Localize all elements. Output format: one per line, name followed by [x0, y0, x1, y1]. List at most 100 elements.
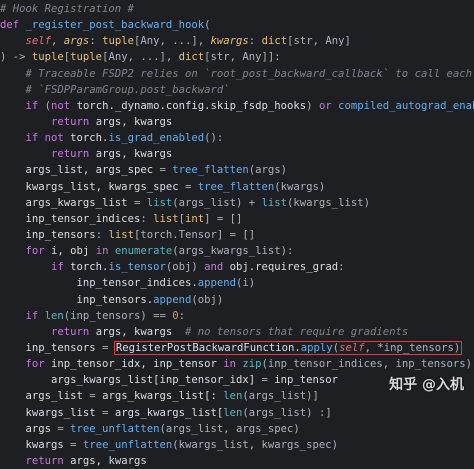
code-token: torch.	[70, 132, 109, 145]
code-line[interactable]: for i, obj in enumerate(args_kwargs_list…	[0, 243, 474, 259]
code-token: self	[339, 341, 365, 354]
code-line[interactable]: if len(inp_tensors) == 0:	[0, 308, 474, 324]
code-token: for	[25, 358, 52, 371]
code-token: tree_flatten	[197, 180, 275, 193]
code-token: in	[95, 245, 115, 258]
code-token: obj.requires_grad	[229, 261, 339, 274]
code-token: tuple	[70, 51, 103, 64]
code-line[interactable]: self, args: tuple[Any, ...], kwargs: dic…	[0, 33, 474, 49]
code-line[interactable]: if not torch.is_grad_enabled():	[0, 130, 474, 146]
code-token: :	[178, 309, 186, 322]
code-token: inp_tensor_idx, inp_tensor	[51, 358, 224, 371]
code-token: inp_tensors.	[76, 293, 154, 306]
code-line[interactable]: # `FSDPParamGroup.post_backward`	[0, 82, 474, 98]
code-token: args_kwargs_list[:	[102, 390, 224, 403]
code-token: (obj)	[165, 261, 205, 274]
code-line[interactable]: args_kwargs_list = list(args_list) + lis…	[0, 195, 474, 211]
code-line[interactable]: return args, kwargs	[0, 453, 474, 469]
code-token: =	[70, 438, 83, 451]
code-token: list	[108, 228, 134, 241]
code-token: [str, Any]	[287, 35, 351, 48]
code-token: :	[140, 212, 154, 225]
code-token: tuple	[102, 35, 134, 48]
code-line[interactable]: kwargs_list = args_kwargs_list[len(args_…	[0, 405, 474, 421]
code-token: i, obj	[51, 245, 96, 258]
code-line[interactable]: kwargs = tree_unflatten(kwargs_list, kwa…	[0, 437, 474, 453]
code-line[interactable]: return args, kwargs	[0, 146, 474, 162]
code-token: :	[95, 228, 109, 241]
code-line[interactable]: if (not torch._dynamo.config.skip_fsdp_h…	[0, 98, 474, 114]
code-line[interactable]: args_list, args_spec = tree_flatten(args…	[0, 162, 474, 178]
code-token: (	[204, 19, 211, 32]
zhihu-watermark: 知乎 @入机	[389, 377, 464, 393]
code-line[interactable]: inp_tensors: list[torch.Tensor] = []	[0, 227, 474, 243]
code-token: inp_tensor_indices	[25, 212, 141, 225]
code-token: [Any, ...],	[102, 51, 179, 64]
code-line[interactable]: return args, kwargs # no tensors that re…	[0, 324, 474, 340]
code-token: list	[261, 196, 288, 209]
code-token: zip	[242, 358, 262, 371]
code-line[interactable]: # Traceable FSDP2 relies on `root_post_b…	[0, 66, 474, 82]
code-line[interactable]: for inp_tensor_idx, inp_tensor in zip(in…	[0, 356, 474, 372]
code-line[interactable]: args = tree_unflatten(args_list, args_sp…	[0, 421, 474, 437]
code-token: dict	[261, 35, 288, 48]
code-token: args_list	[25, 390, 90, 403]
code-editor[interactable]: # Hook Registration # def _register_post_…	[0, 1, 474, 469]
code-token: append	[153, 293, 192, 306]
code-token: args_kwargs_list[	[114, 406, 224, 419]
code-token: return	[51, 325, 96, 338]
code-token: =	[102, 341, 115, 354]
code-token: [Any, ...],	[133, 35, 211, 48]
code-token: inp_tensors	[25, 341, 103, 354]
code-line[interactable]: return args, kwargs	[0, 114, 474, 130]
code-token: ():	[204, 132, 224, 145]
code-token: (args_list)]	[242, 390, 319, 403]
code-line[interactable]: inp_tensors.append(obj)	[0, 292, 474, 308]
code-token: args	[63, 35, 90, 48]
code-token: # Hook Registration #	[0, 3, 134, 15]
code-token: (args_kwargs_list):	[172, 245, 294, 258]
code-token: return	[51, 148, 96, 161]
code-token: :	[89, 35, 103, 48]
code-line[interactable]: kwargs_list, kwargs_spec = tree_flatten(…	[0, 179, 474, 195]
code-token: args_kwargs_list	[25, 196, 134, 209]
code-token: args	[25, 422, 58, 435]
code-token: list	[146, 196, 173, 209]
code-line[interactable]: inp_tensors = RegisterPostBackwardFuncti…	[0, 340, 474, 356]
code-token: =	[133, 196, 147, 209]
code-token: torch._dynamo.config.skip_fsdp_hooks	[76, 99, 307, 112]
code-token: if	[25, 99, 45, 112]
code-token: =	[89, 390, 103, 403]
code-token: if not	[25, 132, 71, 145]
code-token: if	[25, 309, 45, 322]
code-token: return	[25, 454, 71, 467]
code-line[interactable]: # Hook Registration #	[0, 1, 474, 17]
code-line[interactable]: inp_tensor_indices: list[int] = []	[0, 211, 474, 227]
code-token: tree_flatten	[172, 164, 249, 177]
code-token: # Traceable FSDP2 relies on `root_post_b…	[0, 67, 472, 80]
code-token: torch.	[70, 261, 109, 274]
code-token: apply	[300, 341, 333, 354]
code-line[interactable]: if torch.is_tensor(obj) and obj.requires…	[0, 259, 474, 275]
code-token: kwargs	[25, 438, 71, 451]
code-token: (kwargs_list, kwargs_spec)	[172, 438, 339, 451]
code-line[interactable]: inp_tensor_indices.append(i)	[0, 275, 474, 291]
code-line[interactable]: ) -> tuple[tuple[Any, ...], dict[str, An…	[0, 49, 474, 65]
code-token: (i)	[236, 277, 256, 290]
code-token: args, kwargs	[70, 454, 147, 467]
code-line[interactable]: def _register_post_backward_hook(	[0, 17, 474, 33]
code-token: tree_unflatten	[70, 422, 160, 435]
code-token: # no tensors that require gradients	[184, 325, 409, 338]
code-token: int	[185, 212, 205, 225]
code-token: inp_tensor	[274, 374, 339, 387]
